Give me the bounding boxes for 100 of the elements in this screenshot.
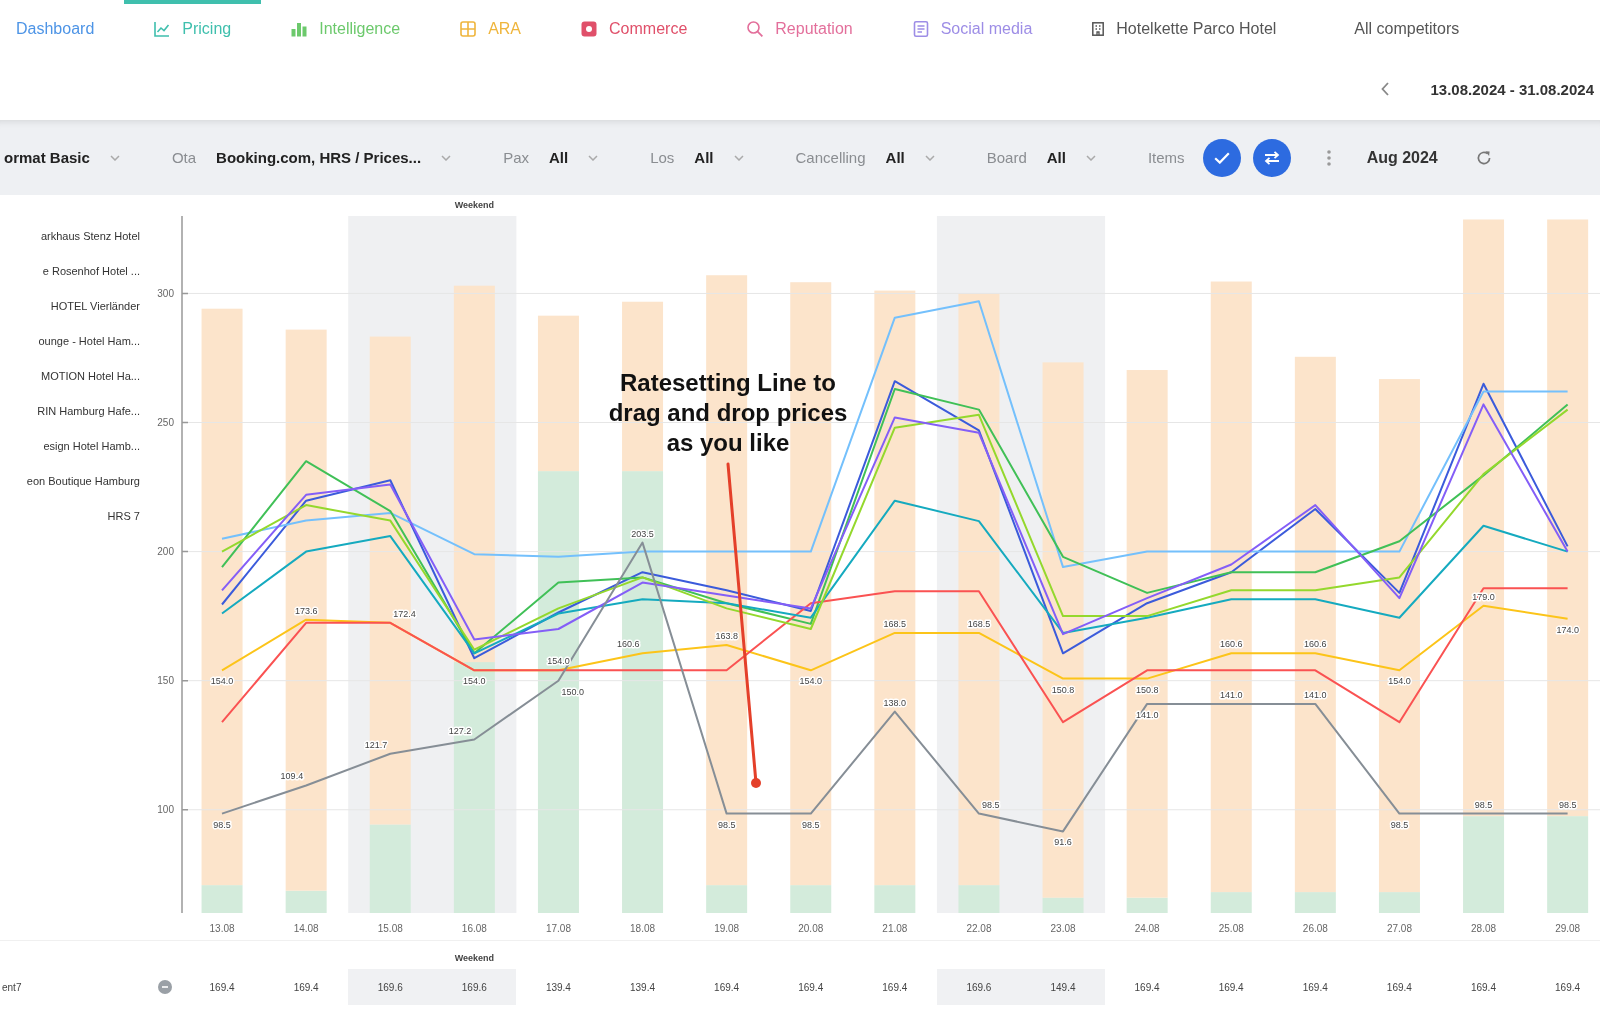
caret-icon: [733, 154, 744, 161]
table-cell: 169.6: [936, 969, 1021, 1005]
row-label: ent7: [1, 981, 22, 993]
chevron-left-icon[interactable]: [1380, 82, 1389, 96]
legend-item[interactable]: eon Boutique Hamburg: [26, 474, 140, 488]
table-cell: 169.6: [348, 969, 433, 1005]
x-tick-label: 28.08: [1471, 923, 1497, 934]
data-label: 163.8: [715, 631, 738, 642]
table-cell-text: 169.4: [1301, 980, 1329, 995]
x-tick-label: 26.08: [1302, 923, 1328, 934]
filter-dropdown[interactable]: Pax All: [503, 149, 599, 166]
data-label: 98.5: [1474, 799, 1493, 810]
table-cell-text: 169.4: [713, 980, 741, 995]
legend-item[interactable]: arkhaus Stenz Hotel: [40, 229, 140, 243]
legend-item[interactable]: MOTION Hotel Ha...: [40, 369, 140, 383]
data-label: 127.2: [448, 725, 472, 736]
month-label: Aug 2024: [1366, 148, 1438, 167]
table-cell-text: 169.4: [1217, 980, 1245, 995]
table-cell-text: 169.4: [1133, 980, 1161, 995]
table-cell-text: 169.4: [881, 980, 909, 995]
table-cell-text: 169.4: [292, 980, 320, 995]
data-label: 121.7: [364, 739, 388, 750]
data-label: 141.0: [1304, 689, 1327, 700]
x-tick-label: 20.08: [798, 923, 824, 934]
filter-dropdown[interactable]: Los All: [650, 149, 744, 166]
table-cell-text: 139.4: [544, 980, 572, 995]
hotel-selector[interactable]: Hotelkette Parco Hotel: [1086, 0, 1283, 58]
data-label: 150.8: [1051, 684, 1075, 695]
callout-text: Ratesetting Line to drag and drop prices as you like: [608, 368, 848, 458]
legend-item[interactable]: esign Hotel Hamb...: [43, 439, 140, 453]
check-icon: [1213, 151, 1230, 164]
data-label: 154.0: [799, 676, 822, 687]
x-tick-label: 23.08: [1050, 923, 1076, 934]
y-tick-label: 100: [157, 804, 174, 816]
caret-icon: [109, 154, 120, 161]
x-tick-label: 14.08: [293, 923, 319, 934]
table-cell-text: 169.4: [208, 980, 236, 995]
data-label: 98.5: [1558, 799, 1577, 810]
data-label: 203.5: [631, 528, 654, 539]
x-tick-label: 24.08: [1134, 923, 1160, 934]
line-chart-icon: [154, 21, 171, 37]
legend-item[interactable]: ounge - Hotel Ham...: [38, 334, 140, 348]
x-tick-label: 19.08: [714, 923, 740, 934]
table-cell: 149.4: [1020, 969, 1106, 1005]
data-label: 172.4: [393, 608, 416, 619]
y-tick-label: 200: [157, 546, 174, 558]
x-tick-label: 25.08: [1218, 923, 1244, 934]
x-tick-label: 21.08: [882, 923, 908, 934]
data-label: 138.0: [883, 697, 907, 708]
data-label: 168.5: [967, 618, 991, 629]
data-label: 154.0: [463, 676, 486, 687]
x-tick-label: 16.08: [461, 923, 487, 934]
nav-tab[interactable]: Commerce: [551, 0, 718, 58]
items-label: Items: [1147, 149, 1185, 166]
kebab-menu-icon[interactable]: [1326, 149, 1331, 166]
data-label: 168.5: [883, 618, 907, 629]
x-tick-label: 27.08: [1386, 923, 1412, 934]
swap-arrows-icon: [1263, 150, 1280, 165]
data-label: 98.5: [1390, 819, 1409, 830]
data-label: 154.0: [1388, 676, 1411, 687]
data-label: 150.0: [561, 686, 584, 697]
swap-button[interactable]: [1252, 138, 1291, 177]
building-icon: [1092, 22, 1105, 36]
legend-item[interactable]: HRS 7: [107, 509, 140, 523]
y-tick-label: 300: [157, 287, 174, 299]
data-label: 160.6: [1304, 639, 1327, 650]
data-label: 154.0: [547, 656, 570, 667]
check-button[interactable]: [1202, 138, 1241, 177]
table-cell-text: 169.4: [1554, 980, 1582, 995]
filter-dropdown[interactable]: Board All: [986, 149, 1096, 166]
filter-dropdown[interactable]: Ota Booking.com, HRS / Prices...: [171, 149, 452, 166]
competitor-selector[interactable]: All competitors: [1348, 0, 1466, 58]
data-label: 109.4: [280, 771, 304, 782]
data-label: 98.5: [213, 819, 231, 830]
data-label: 91.6: [1054, 837, 1072, 848]
table-cell-text: 139.4: [629, 980, 657, 995]
legend-item[interactable]: HOTEL Vierländer: [50, 299, 140, 313]
band-label: Weekend: [454, 953, 494, 965]
refresh-icon[interactable]: [1475, 149, 1492, 166]
x-tick-label: 18.08: [630, 923, 656, 934]
caret-icon: [588, 154, 599, 161]
data-label: 173.6: [294, 605, 318, 616]
y-tick-label: 250: [157, 417, 174, 428]
caret-icon: [1085, 154, 1096, 161]
data-label: 154.0: [210, 676, 234, 687]
data-label: 160.6: [617, 639, 640, 650]
data-label: 160.6: [1220, 639, 1243, 650]
legend-item[interactable]: e Rosenhof Hotel ...: [42, 264, 140, 278]
table-cell-text: 169.4: [1469, 980, 1497, 995]
x-tick-label: 17.08: [545, 923, 571, 934]
table-cell: 169.6: [432, 969, 517, 1005]
bar-chart-icon: [291, 21, 308, 37]
grid-icon: [460, 21, 477, 37]
date-range: 13.08.2024 - 31.08.2024: [1430, 80, 1594, 98]
filter-dropdown[interactable]: ormat Basic: [4, 149, 120, 166]
filter-dropdown[interactable]: Cancelling All: [795, 149, 935, 166]
x-tick-label: 13.08: [209, 923, 235, 934]
legend-item[interactable]: RIN Hamburg Hafe...: [37, 404, 140, 418]
band-label: Weekend: [454, 200, 495, 210]
data-label: 174.0: [1556, 624, 1579, 635]
